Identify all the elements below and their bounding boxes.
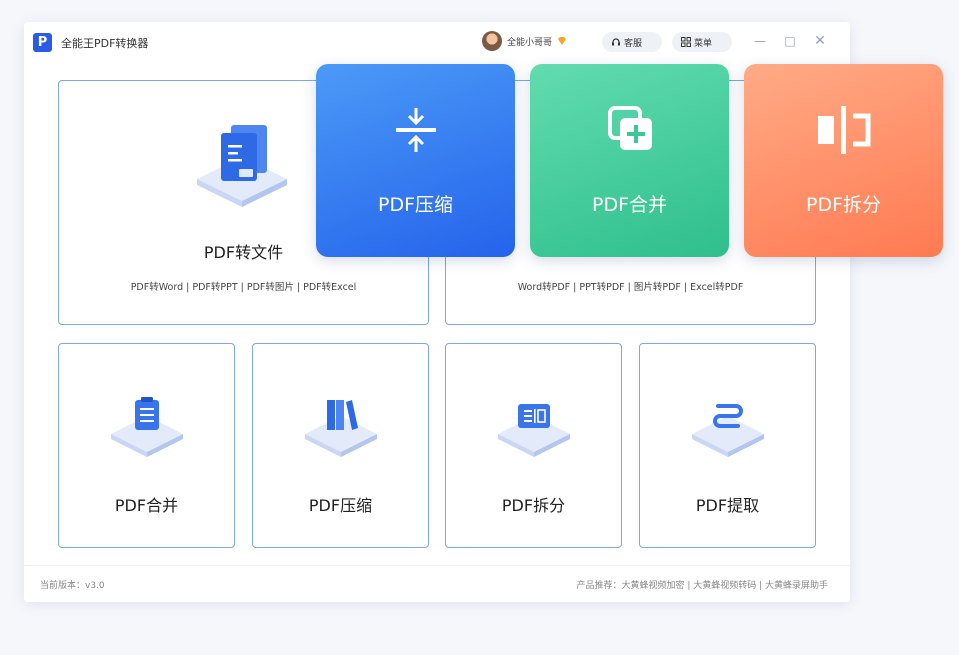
minimize-button[interactable]: —	[751, 32, 769, 50]
card-title: PDF拆分	[501, 496, 566, 515]
app-title: 全能王PDF转换器	[61, 37, 149, 50]
extract-icon	[692, 404, 764, 457]
user-info[interactable]: 全能小哥哥	[482, 31, 567, 51]
tile-label: PDF拆分	[805, 194, 882, 216]
menu-button[interactable]: 菜单	[672, 32, 732, 52]
pdf-document-icon	[197, 125, 287, 207]
avatar[interactable]	[482, 31, 502, 51]
tile-pdf-split[interactable]: PDF拆分	[744, 64, 943, 257]
close-button[interactable]: ✕	[811, 32, 829, 50]
books-icon	[305, 400, 377, 457]
card-subtitle: Word转PDF | PPT转PDF | 图片转PDF | Excel转PDF	[517, 282, 744, 293]
footer-divider	[24, 565, 850, 566]
compress-icon	[395, 108, 436, 152]
card-title: PDF压缩	[308, 496, 373, 515]
tile-pdf-merge[interactable]: PDF合并	[530, 64, 729, 257]
tile-label: PDF合并	[591, 194, 668, 216]
product-recommendations[interactable]: 产品推荐：大黄蜂视频加密 | 大黄蜂视频转码 | 大黄蜂录屏助手	[576, 578, 828, 591]
service-label: 客服	[624, 38, 643, 49]
card-title: PDF提取	[695, 496, 760, 515]
vip-diamond-icon	[558, 37, 567, 45]
card-title: PDF合并	[114, 496, 179, 515]
clipboard-icon	[111, 397, 183, 457]
grid-icon	[681, 37, 691, 47]
version-text: 当前版本：v3.0	[40, 581, 105, 591]
tile-label: PDF压缩	[377, 194, 454, 216]
username[interactable]: 全能小哥哥	[507, 35, 552, 48]
service-button[interactable]: 客服	[602, 32, 662, 52]
card-pdf-compress[interactable]: PDF压缩	[252, 343, 429, 548]
menu-label: 菜单	[694, 38, 713, 49]
maximize-button[interactable]: □	[781, 32, 799, 50]
card-pdf-extract[interactable]: PDF提取	[639, 343, 816, 548]
card-pdf-split[interactable]: PDF拆分	[445, 343, 622, 548]
split-doc-icon	[498, 404, 570, 457]
merge-icon	[607, 106, 652, 150]
title-bar: P 全能王PDF转换器 全能小哥哥 客服 菜单 — □ ✕	[24, 22, 850, 62]
split-icon	[817, 106, 870, 154]
card-pdf-merge[interactable]: PDF合并	[58, 343, 235, 548]
headset-icon	[612, 38, 620, 46]
tile-pdf-compress[interactable]: PDF压缩	[316, 64, 515, 257]
app-logo-icon: P	[33, 33, 52, 52]
card-subtitle: PDF转Word | PDF转PPT | PDF转图片 | PDF转Excel	[130, 282, 357, 293]
